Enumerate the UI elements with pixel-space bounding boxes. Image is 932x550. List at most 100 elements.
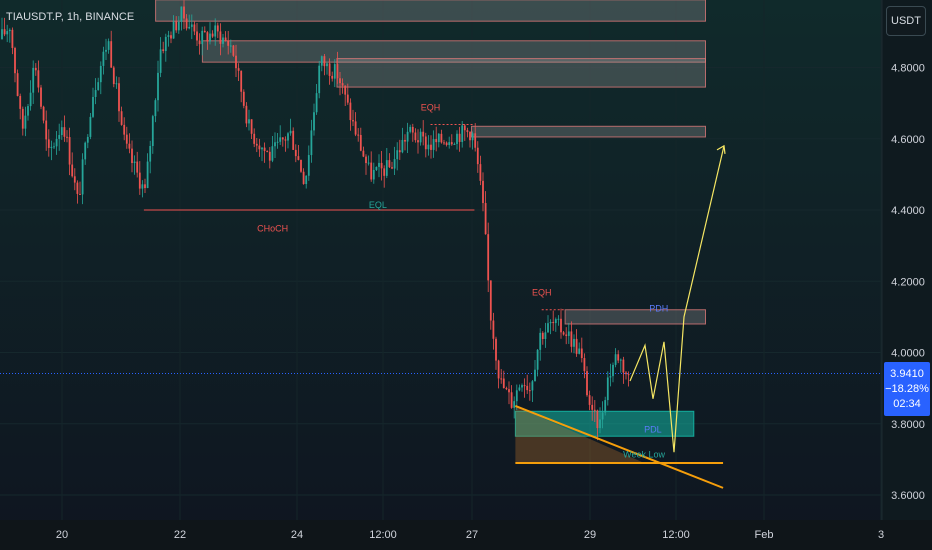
candle-body: [463, 125, 466, 131]
candle-body: [578, 348, 581, 354]
candle-body: [601, 412, 604, 420]
candle-body: [146, 161, 149, 189]
candle-body: [622, 359, 625, 373]
candle-body: [440, 133, 443, 143]
candle-body: [14, 47, 16, 74]
candle-body: [479, 164, 482, 181]
symbol-title[interactable]: TIAUSDT.P, 1h, BINANCE: [6, 11, 134, 23]
candle-body: [6, 31, 9, 35]
candle-body: [310, 130, 313, 156]
candle-body: [414, 132, 417, 141]
candle-body: [128, 143, 131, 149]
candle-body: [274, 142, 276, 147]
candle-body: [625, 372, 627, 375]
candle-body: [424, 136, 427, 150]
candle-body: [292, 130, 295, 150]
candle-body: [627, 374, 630, 376]
candle-body: [164, 36, 167, 52]
candle-body: [544, 332, 547, 340]
candle-body: [136, 161, 139, 173]
candle-body: [469, 131, 471, 141]
candle-body: [281, 137, 284, 140]
price-axis[interactable]: [882, 0, 932, 520]
candle-body: [375, 166, 378, 170]
candle-body: [380, 162, 383, 169]
candle-body: [263, 147, 266, 151]
y-tick-label: 4.4000: [891, 205, 925, 217]
candle-body: [515, 390, 518, 402]
x-tick-label: 3: [878, 529, 884, 541]
candle-body: [352, 120, 354, 122]
candle-body: [21, 108, 24, 129]
candle-body: [565, 334, 568, 336]
candle-body: [71, 164, 74, 177]
candle-body: [190, 24, 193, 27]
candle-body: [92, 96, 94, 117]
candle-body: [84, 142, 87, 160]
candle-body: [227, 40, 230, 46]
candle-body: [575, 338, 578, 354]
candle-body: [518, 387, 521, 391]
candle-body: [560, 318, 562, 333]
candle-body: [47, 139, 50, 148]
candle-body: [196, 31, 198, 41]
candle-body: [471, 133, 474, 141]
candle-body: [604, 400, 607, 413]
candle-body: [539, 332, 542, 350]
candle-body: [378, 162, 380, 167]
candle-body: [427, 144, 430, 150]
price-change: −18.28%: [885, 382, 929, 395]
candle-body: [255, 143, 258, 146]
candle-body: [300, 159, 302, 172]
candle-body: [336, 64, 339, 79]
candle-body: [8, 29, 11, 32]
candle-body: [489, 280, 492, 321]
candle-body: [357, 134, 360, 136]
candle-body: [34, 67, 37, 71]
candle-body: [362, 150, 365, 157]
candle-body: [505, 388, 508, 390]
candle-body: [3, 29, 6, 35]
candle-body: [284, 139, 287, 141]
candle-body: [206, 32, 209, 42]
price-chart[interactable]: CHoCH EQL EQH EQH PDH PDL Week Low 4.8000 4.600…: [0, 0, 932, 550]
candle-body: [144, 184, 146, 189]
candle-body: [42, 106, 45, 121]
candle-body: [235, 55, 237, 69]
candle-body: [66, 136, 68, 138]
candle-body: [552, 322, 555, 324]
candle-body: [557, 318, 560, 320]
candle-body: [193, 24, 196, 32]
candle-body: [159, 49, 162, 73]
candle-body: [266, 150, 269, 152]
candle-body: [133, 161, 136, 164]
candle-body: [365, 156, 367, 164]
currency-badge[interactable]: USDT: [886, 6, 926, 36]
candle-body: [404, 139, 406, 142]
candle-body: [547, 323, 549, 333]
candle-body: [606, 377, 609, 401]
candle-body: [396, 150, 399, 160]
candle-body: [201, 30, 204, 45]
candle-body: [411, 126, 414, 133]
candle-body: [16, 73, 19, 96]
candle-body: [513, 401, 516, 408]
candle-body: [341, 83, 344, 86]
candle-body: [170, 35, 172, 39]
candle-body: [484, 203, 487, 235]
candle-body: [474, 133, 477, 148]
candle-body: [508, 389, 510, 393]
y-tick-label: 3.8000: [891, 419, 925, 431]
candle-body: [466, 130, 469, 132]
candle-body: [456, 133, 458, 144]
candle-body: [110, 41, 113, 68]
candle-body: [554, 319, 557, 324]
candle-body: [359, 134, 362, 151]
candle-body: [185, 18, 188, 29]
candle-body: [549, 322, 552, 324]
candle-body: [596, 410, 599, 429]
candle-body: [177, 21, 180, 31]
candle-body: [261, 147, 263, 150]
candle-body: [302, 171, 305, 185]
candle-body: [562, 332, 565, 335]
